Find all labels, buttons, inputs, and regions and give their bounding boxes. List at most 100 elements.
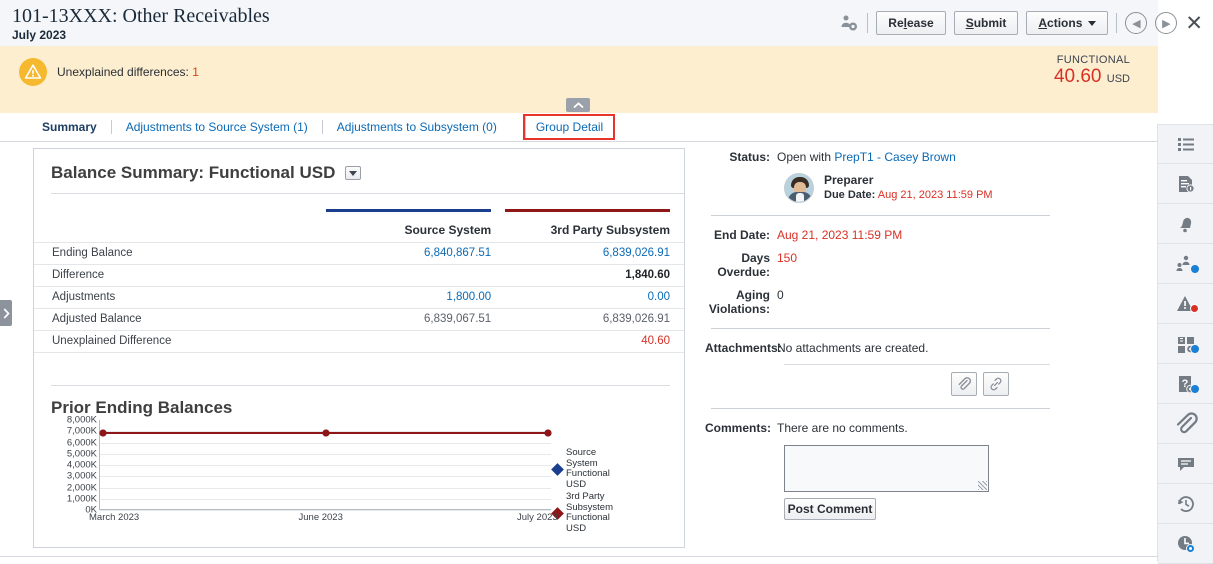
actions-button[interactable]: Actions: [1026, 11, 1109, 35]
release-button[interactable]: Re l ease: [876, 11, 946, 35]
functional-currency: USD: [1106, 73, 1130, 85]
preparer-due: Due Date: Aug 21, 2023 11:59 PM: [824, 188, 993, 203]
end-date-label: End Date:: [713, 228, 770, 242]
link-icon[interactable]: [983, 372, 1009, 396]
detail-panel: Status: Open with PrepT1 - Casey Brown P…: [705, 150, 1050, 520]
balance-summary-card: Balance Summary: Functional USD Source S…: [33, 148, 685, 548]
rail-item-comments[interactable]: [1158, 444, 1213, 484]
aging-violations-value: 0: [777, 288, 784, 302]
resize-grip-icon[interactable]: [978, 481, 987, 490]
row-source-value: [326, 330, 506, 353]
status-row: Status: Open with PrepT1 - Casey Brown: [705, 150, 1050, 164]
tab-group-detail[interactable]: Group Detail: [522, 114, 616, 140]
settings-badge-icon: [1190, 344, 1200, 354]
table-header-subsystem: 3rd Party Subsystem: [505, 208, 684, 242]
tab-bar-divider: [0, 141, 1158, 142]
rail-item-attachments[interactable]: [1158, 404, 1213, 444]
avatar: [784, 173, 814, 203]
row-subsystem-value: 6,839,026.91: [505, 308, 684, 331]
settings-badge-icon: [1190, 264, 1200, 274]
chart-legend-item[interactable]: 3rd Party Subsystem Functional USD: [551, 491, 683, 534]
rail-item-workflow[interactable]: [1158, 204, 1213, 244]
banner-text: Unexplained differences: 1: [57, 65, 199, 79]
chevron-right-icon: [3, 307, 10, 319]
rail-item-history[interactable]: [1158, 484, 1213, 524]
preparer-due-label: Due Date:: [824, 189, 876, 201]
post-comment-button[interactable]: Post Comment: [784, 498, 876, 520]
paperclip-icon[interactable]: [951, 372, 977, 396]
banner-collapse-button[interactable]: [566, 98, 590, 112]
chart-gridline: [100, 498, 551, 500]
chart-gridline: [100, 453, 551, 455]
comment-icon: [1177, 457, 1194, 471]
attachment-buttons: [705, 372, 1050, 396]
chart-x-tick: July 2023: [517, 512, 558, 523]
chart-title: Prior Ending Balances: [51, 398, 233, 417]
chart-y-tick: 3,000K: [66, 470, 97, 482]
status-owner-link[interactable]: PrepT1 - Casey Brown: [834, 150, 955, 164]
submit-button[interactable]: Submit: [953, 11, 1019, 35]
prior-ending-balances-chart: Prior Ending Balances 8,000K 7,000K 6,000K…: [34, 385, 684, 533]
functional-label: FUNCTIONAL: [1056, 54, 1130, 66]
close-icon[interactable]: ✕: [1185, 13, 1203, 34]
row-subsystem-value[interactable]: 0.00: [505, 286, 684, 309]
comment-input-wrapper[interactable]: [784, 445, 989, 492]
row-subsystem-value: 40.60: [505, 330, 684, 353]
row-label: Unexplained Difference: [34, 330, 327, 353]
chart-gridline: [100, 465, 551, 466]
preparer-role: Preparer: [824, 173, 874, 187]
row-source-value[interactable]: 6,840,867.51: [326, 241, 506, 265]
chevron-left-circle-icon[interactable]: ◀: [1125, 12, 1148, 34]
bell-icon: [1179, 217, 1191, 232]
detail-divider-2: [711, 328, 1050, 329]
table-header-source-system: Source System: [326, 208, 505, 242]
rail-item-alerts[interactable]: [1158, 284, 1213, 324]
chart-series-line: [325, 432, 548, 435]
status-value: Open with PrepT1 - Casey Brown: [777, 150, 956, 164]
balance-summary-table: Source System 3rd Party Subsystem Ending…: [34, 208, 684, 353]
banner-message-count: 1: [192, 65, 199, 79]
chart-data-point[interactable]: [99, 429, 107, 437]
chevron-down-icon[interactable]: [345, 166, 362, 180]
tab-adjustments-subsystem[interactable]: Adjustments to Subsystem (0): [321, 120, 511, 134]
history-icon: [1177, 495, 1194, 512]
tab-summary[interactable]: Summary: [28, 120, 111, 134]
chart-legend-item[interactable]: Source System Functional USD: [551, 447, 683, 490]
comments-row: Comments: There are no comments.: [705, 421, 1050, 435]
paperclip-icon: [1176, 411, 1198, 433]
rail-item-schedule[interactable]: [1158, 524, 1213, 564]
rail-item-document[interactable]: [1158, 164, 1213, 204]
chart-data-point[interactable]: [544, 429, 552, 437]
preparer-due-value: Aug 21, 2023 11:59 PM: [877, 189, 993, 201]
rail-item-tasks[interactable]: [1158, 124, 1213, 164]
chart-y-tick: 2,000K: [66, 482, 97, 493]
header-divider-1: [867, 13, 869, 33]
chart-gridline: [100, 487, 551, 489]
preparer-row: Preparer Due Date: Aug 21, 2023 11:59 PM: [705, 173, 1050, 203]
chart-y-tick: 1,000K: [66, 493, 97, 505]
row-source-value[interactable]: 1,800.00: [326, 286, 506, 309]
row-subsystem-value[interactable]: 6,839,026.91: [505, 241, 684, 265]
rail-item-questions[interactable]: ?: [1158, 364, 1213, 404]
rail-item-rules[interactable]: [1158, 324, 1213, 364]
days-overdue-value: 150: [777, 251, 798, 265]
chart-grid: [99, 420, 552, 511]
detail-divider-3: [711, 408, 1050, 409]
end-date-value: Aug 21, 2023 11:59 PM: [777, 228, 903, 242]
left-panel-expand-handle[interactable]: [0, 300, 12, 326]
banner-message: Unexplained differences: 1: [19, 58, 199, 86]
chart-y-tick: 4,000K: [66, 459, 97, 471]
comment-input[interactable]: [785, 446, 988, 491]
chevron-right-circle-icon[interactable]: ▶: [1155, 12, 1178, 34]
tab-adjustments-source-system[interactable]: Adjustments to Source System (1): [110, 120, 322, 134]
tab-bar: Summary Adjustments to Source System (1)…: [0, 113, 1158, 141]
days-overdue-label: Days Overdue:: [717, 251, 770, 279]
chart-y-tick: 8,000K: [66, 414, 97, 426]
chart-legend-label: 3rd Party Subsystem Functional USD: [566, 491, 613, 534]
rail-item-users[interactable]: [1158, 244, 1213, 284]
user-settings-icon[interactable]: [839, 13, 859, 33]
chart-x-tick: June 2023: [298, 512, 343, 523]
chart-x-tick: March 2023: [89, 512, 140, 523]
document-info-icon: [1178, 175, 1195, 193]
chart-data-point[interactable]: [322, 429, 329, 437]
